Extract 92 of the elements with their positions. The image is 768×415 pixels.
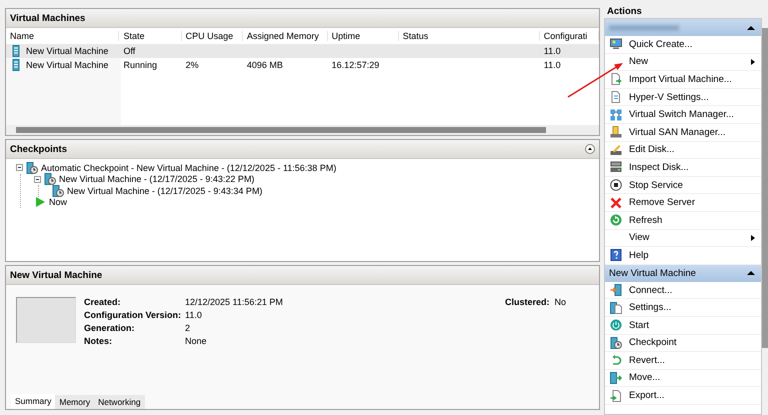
play-icon (34, 196, 46, 208)
action-item[interactable]: Inspect Disk... (605, 159, 761, 177)
scrollbar[interactable] (762, 28, 768, 348)
action-item[interactable]: Refresh (605, 212, 761, 230)
connect-icon (610, 284, 622, 296)
action-item[interactable]: Hyper-V Settings... (605, 88, 761, 106)
redacted-text (609, 24, 679, 30)
drive-folder-icon (610, 126, 622, 138)
table-cell: 2% (186, 60, 199, 70)
field-label: Created: (84, 297, 122, 307)
vm-thumbnail (16, 297, 76, 343)
tree-item[interactable]: Automatic Checkpoint - New Virtual Machine - (12/12/2025 - 11:56:38 PM) (41, 162, 336, 173)
collapse-toggle[interactable] (34, 176, 41, 183)
field-label: Notes: (84, 336, 114, 346)
refresh-icon (610, 214, 622, 226)
stop-icon (610, 179, 622, 192)
power-icon (610, 319, 622, 332)
panel-title: Virtual Machines (10, 12, 86, 24)
action-item[interactable]: Export... (605, 387, 761, 405)
action-item[interactable]: Quick Create... (605, 36, 761, 54)
disk-icon (610, 161, 622, 174)
field-value: 11.0 (185, 310, 203, 320)
submenu-arrow-icon (751, 234, 755, 241)
panel-title: New Virtual Machine (10, 270, 102, 280)
column-header[interactable]: Assigned Memory (242, 31, 328, 41)
actions-title: Actions (606, 4, 643, 18)
move-icon (610, 372, 622, 384)
action-item[interactable]: Move... (605, 370, 761, 388)
group-header[interactable]: New Virtual Machine (605, 264, 761, 282)
checkpoint-icon (44, 173, 56, 186)
action-item[interactable]: Connect... (605, 282, 761, 300)
table-cell: New Virtual Machine (26, 46, 108, 56)
column-header[interactable]: Name (6, 31, 120, 41)
table-cell: Running (123, 60, 157, 70)
column-header[interactable]: Configurati (540, 31, 599, 41)
panel-title: Checkpoints (10, 144, 68, 154)
field-value: 2 (185, 323, 192, 333)
tab[interactable]: Memory (55, 395, 94, 409)
document-icon (610, 91, 622, 104)
field-value: No (554, 297, 566, 309)
action-item[interactable]: Virtual SAN Manager... (605, 124, 761, 142)
tree-item[interactable]: New Virtual Machine - (12/17/2025 - 9:43:22 PM) (59, 174, 254, 184)
field-label: Generation: (84, 323, 136, 333)
collapse-icon[interactable] (747, 271, 755, 276)
checkpoint-icon (610, 336, 622, 349)
checkpoint-icon (26, 162, 38, 174)
action-item[interactable]: Checkpoint (605, 334, 761, 352)
disk-pencil-icon (610, 144, 622, 156)
table-row[interactable]: New Virtual Machine Running 2% 4096 MB 16.12:57:29 11.0 (6, 58, 599, 72)
column-header[interactable]: State (119, 31, 182, 41)
table-cell: 11.0 (544, 60, 561, 70)
close-icon (610, 196, 622, 209)
checkpoint-icon (52, 184, 64, 197)
server-icon (10, 59, 22, 71)
submenu-arrow-icon (751, 58, 755, 65)
revert-icon (610, 354, 622, 366)
action-item[interactable]: Help (605, 247, 761, 265)
action-item[interactable]: Start (605, 316, 761, 334)
collapse-icon[interactable] (747, 26, 755, 30)
collapse-icon[interactable] (585, 144, 595, 154)
help-icon (610, 249, 622, 262)
network-icon (610, 108, 622, 121)
scrollbar-thumb[interactable] (16, 127, 546, 133)
table-cell: 11.0 (544, 46, 561, 56)
field-value: None (185, 336, 208, 346)
tab[interactable]: Summary (11, 394, 56, 409)
settings-document-icon (610, 302, 622, 314)
tree-item[interactable]: Now (49, 197, 68, 208)
monitor-icon (610, 38, 622, 50)
group-title: New Virtual Machine (609, 268, 696, 279)
server-icon (10, 45, 22, 57)
action-item[interactable]: Import Virtual Machine... (605, 71, 761, 89)
field-value: 12/12/2025 11:56:21 PM (185, 297, 284, 307)
column-header[interactable]: Uptime (328, 31, 399, 41)
document-arrow-icon (610, 73, 622, 86)
table-cell: New Virtual Machine (26, 60, 108, 70)
action-item[interactable]: Stop Service (605, 176, 761, 194)
table-cell: Off (123, 46, 136, 56)
column-header[interactable]: Status (398, 31, 540, 41)
action-item[interactable]: Settings... (605, 299, 761, 317)
table-row[interactable]: New Virtual Machine Off 11.0 (6, 44, 599, 58)
action-item[interactable]: Revert... (605, 352, 761, 370)
tab[interactable]: Networking (94, 395, 145, 409)
table-cell: 16.12:57:29 (332, 60, 380, 70)
tree-item[interactable]: New Virtual Machine - (12/17/2025 - 9:43:34 PM) (67, 186, 262, 196)
field-label: Clustered: (505, 297, 550, 309)
annotation-arrow (566, 60, 626, 100)
column-header[interactable]: CPU Usage (182, 31, 243, 41)
export-icon (610, 390, 622, 402)
table-cell: 4096 MB (246, 60, 283, 70)
collapse-toggle[interactable] (16, 164, 23, 172)
field-label: Configuration Version: (84, 310, 182, 320)
